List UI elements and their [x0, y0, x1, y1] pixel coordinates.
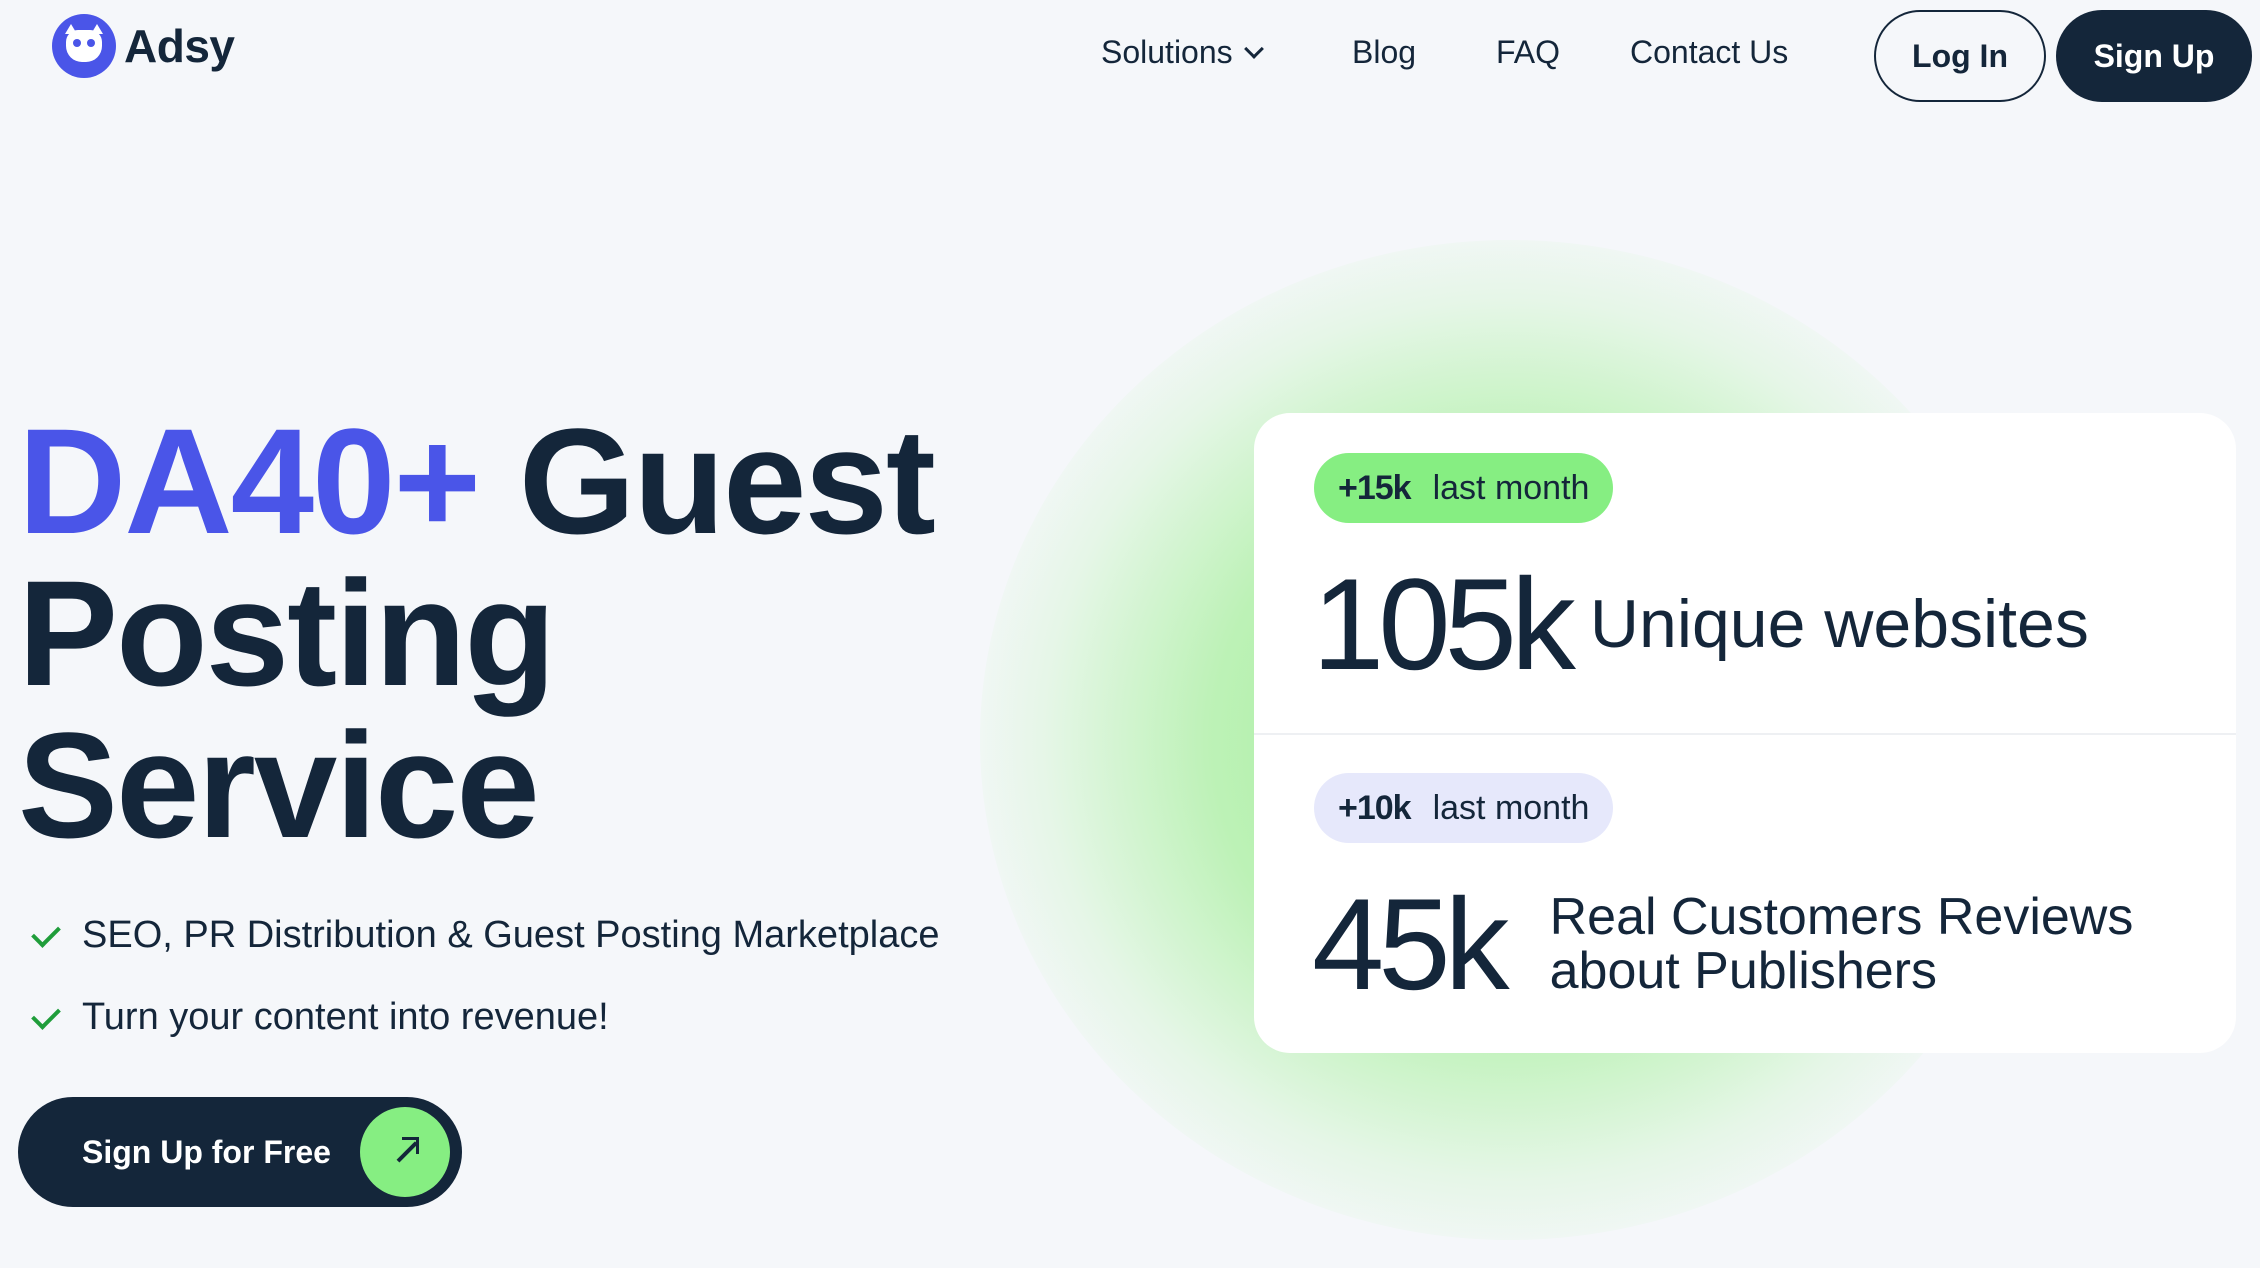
- stats-card: +15k last month 105k Unique websites +10…: [1254, 413, 2236, 1053]
- feature-text: Turn your content into revenue!: [82, 996, 609, 1038]
- hero-title: DA40+ Guest Posting Service: [18, 405, 936, 869]
- feature-item: Turn your content into revenue!: [30, 996, 609, 1039]
- hero-title-accent: DA40+: [18, 397, 481, 565]
- brand-name: Adsy: [124, 20, 235, 72]
- hero-title-line2: Posting: [18, 549, 556, 717]
- divider: [1254, 733, 2236, 735]
- feature-item: SEO, PR Distribution & Guest Posting Mar…: [30, 914, 939, 957]
- hero-title-line1: Guest: [518, 397, 936, 565]
- stat-badge: +15k last month: [1314, 453, 1614, 523]
- badge-number: +10k: [1338, 788, 1412, 827]
- badge-number: +15k: [1338, 468, 1412, 507]
- check-icon: [30, 920, 62, 952]
- nav-solutions-label: Solutions: [1101, 34, 1233, 70]
- arrow-up-right-icon: [360, 1107, 450, 1197]
- stat-label: Unique websites: [1589, 586, 2089, 662]
- badge-text: last month: [1432, 788, 1590, 827]
- brand-logo[interactable]: Adsy: [52, 14, 235, 78]
- badge-text: last month: [1432, 468, 1590, 507]
- hero-title-line3: Service: [18, 701, 540, 869]
- sign-up-free-button[interactable]: Sign Up for Free: [18, 1097, 462, 1207]
- stat-value: 105k: [1312, 551, 1576, 697]
- stat-row: 105k Unique websites: [1312, 559, 2089, 689]
- nav-contact-us[interactable]: Contact Us: [1630, 34, 1788, 71]
- stat-value: 45k: [1312, 871, 1510, 1017]
- sign-up-button[interactable]: Sign Up: [2056, 10, 2252, 102]
- feature-text: SEO, PR Distribution & Guest Posting Mar…: [82, 914, 940, 956]
- stat-row: 45k Real Customers Reviews about Publish…: [1312, 879, 2190, 1009]
- nav-faq[interactable]: FAQ: [1496, 34, 1560, 71]
- owl-icon: [52, 14, 116, 78]
- check-icon: [30, 1002, 62, 1034]
- nav-solutions[interactable]: Solutions: [1101, 34, 1264, 71]
- cta-label: Sign Up for Free: [82, 1133, 331, 1170]
- stat-label: Real Customers Reviews about Publishers: [1549, 888, 2134, 1000]
- chevron-down-icon: [1243, 38, 1264, 59]
- nav-blog[interactable]: Blog: [1352, 34, 1416, 71]
- stat-badge: +10k last month: [1314, 773, 1614, 843]
- log-in-button[interactable]: Log In: [1874, 10, 2046, 102]
